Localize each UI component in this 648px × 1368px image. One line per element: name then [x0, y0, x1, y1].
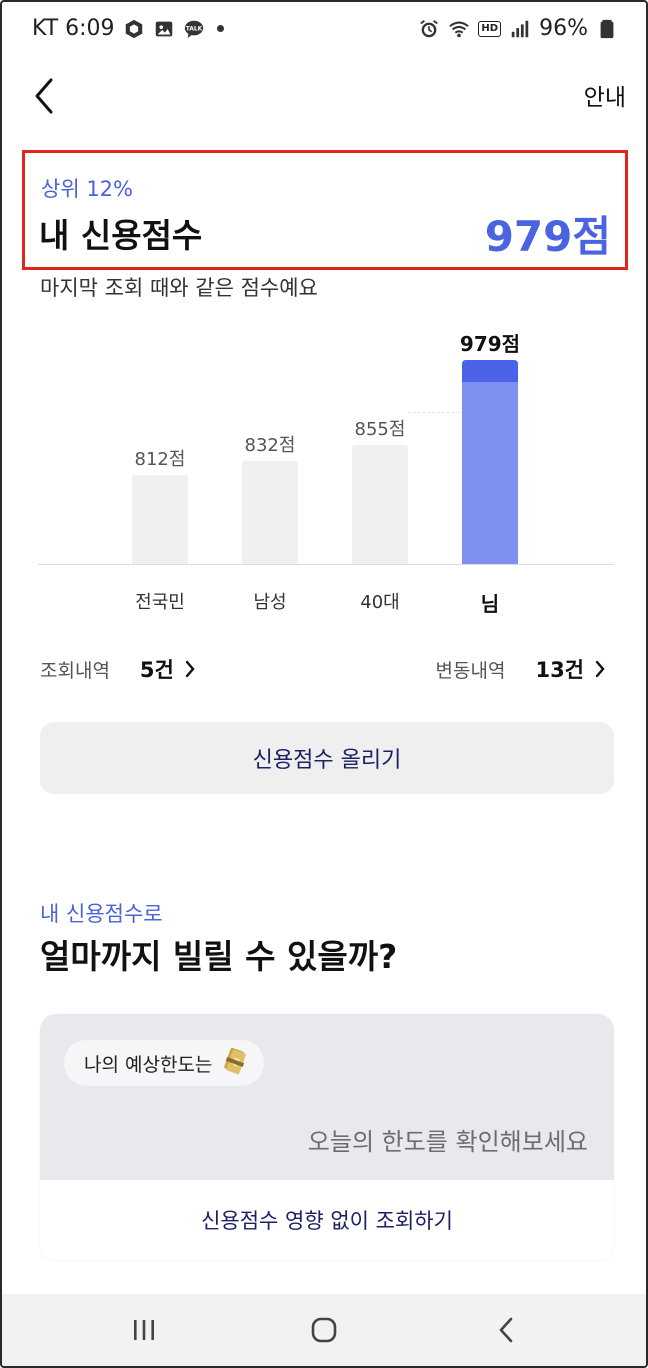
score-comparison-chart: 812점전국민 832점남성 855점 40대 979점님: [38, 332, 614, 632]
bar-category-label: 남성: [253, 592, 287, 613]
bar-highlight-cap: [462, 359, 518, 382]
loan-section-title: 얼마까지 빌릴 수 있을까?: [40, 937, 398, 976]
bar-2: [352, 445, 408, 564]
bar-highlight-3: [462, 359, 518, 564]
bar-category-label: 40대: [360, 592, 400, 613]
bar-value-label: 979점: [459, 331, 521, 356]
lookup-history-link[interactable]: 조회내역 5건: [40, 654, 196, 684]
expected-limit-label: 나의 예상한도는: [84, 1053, 213, 1076]
hd-icon: HD: [478, 20, 502, 37]
bar-value-label: 855점: [354, 419, 406, 441]
talk-icon: TALK: [183, 18, 205, 40]
loan-section-eyebrow: 내 신용점수로: [40, 902, 163, 926]
wifi-icon: [448, 18, 470, 40]
change-history-link[interactable]: 변동내역 13건: [436, 654, 606, 684]
battery-icon: [596, 18, 618, 40]
nav-back-icon: [499, 1317, 513, 1343]
chevron-left-icon: [35, 78, 53, 114]
chevron-right-icon: [595, 660, 605, 678]
bar-category-label: 님: [480, 592, 500, 616]
nav-back-button[interactable]: [476, 1308, 536, 1352]
bar-0: [132, 474, 188, 564]
home-icon: [311, 1317, 337, 1343]
chart-baseline: [38, 564, 614, 565]
lookup-history-label: 조회내역: [40, 659, 110, 682]
image-icon: [153, 18, 175, 40]
app-box-icon: [123, 18, 145, 40]
status-bar: KT 6:09 TALK HD 96%: [2, 2, 646, 62]
change-history-label: 변동내역: [435, 659, 506, 682]
score-value: 979점: [484, 212, 611, 261]
carrier-time: KT 6:09: [32, 16, 115, 41]
reference-line: [408, 412, 464, 413]
score-title: 내 신용점수: [39, 216, 203, 255]
check-limit-button[interactable]: 신용점수 영향 없이 조회하기: [40, 1180, 614, 1260]
talk-icon-text: TALK: [185, 25, 202, 32]
change-history-count-wrap: 13건: [535, 654, 606, 684]
alarm-icon: [418, 18, 440, 40]
bar-category-label: 전국민: [135, 592, 185, 613]
back-button[interactable]: [24, 72, 64, 120]
limit-message: 오늘의 한도를 확인해보세요: [307, 1128, 588, 1156]
bar-value-label: 812점: [134, 448, 186, 470]
status-left: KT 6:09 TALK: [32, 16, 224, 41]
money-icon: [220, 1046, 250, 1081]
phone-frame: KT 6:09 TALK HD 96% 안내 상위 12% 내 신용점수 979…: [0, 0, 648, 1368]
notification-dot: [216, 25, 224, 32]
recent-apps-button[interactable]: [114, 1308, 174, 1352]
loan-limit-card-top: 나의 예상한도는 오늘의 한도를 확인해보세요: [40, 1014, 614, 1180]
recent-apps-icon: [134, 1320, 154, 1340]
raise-score-button[interactable]: 신용점수 올리기: [40, 722, 614, 794]
loan-limit-card: 나의 예상한도는 오늘의 한도를 확인해보세요 신용점수 영향 없이 조회하기: [40, 1014, 614, 1260]
home-button[interactable]: [294, 1308, 354, 1352]
change-history-count: 13건: [535, 658, 584, 682]
chevron-right-icon: [185, 660, 195, 678]
score-highlight-box: 상위 12% 내 신용점수 979점: [22, 150, 628, 270]
battery-percent: 96%: [539, 16, 588, 41]
score-rank: 상위 12%: [41, 177, 133, 201]
status-right: HD 96%: [418, 16, 618, 41]
info-link[interactable]: 안내: [584, 78, 626, 112]
bar-1: [242, 460, 298, 564]
system-nav-bar: [2, 1294, 646, 1366]
expected-limit-chip: 나의 예상한도는: [64, 1040, 265, 1086]
signal-icon: [509, 18, 531, 40]
lookup-history-count-wrap: 5건: [140, 654, 196, 684]
lookup-history-count: 5건: [139, 658, 174, 682]
bar-value-label: 832점: [244, 434, 296, 456]
score-note: 마지막 조회 때와 같은 점수예요: [40, 276, 318, 300]
